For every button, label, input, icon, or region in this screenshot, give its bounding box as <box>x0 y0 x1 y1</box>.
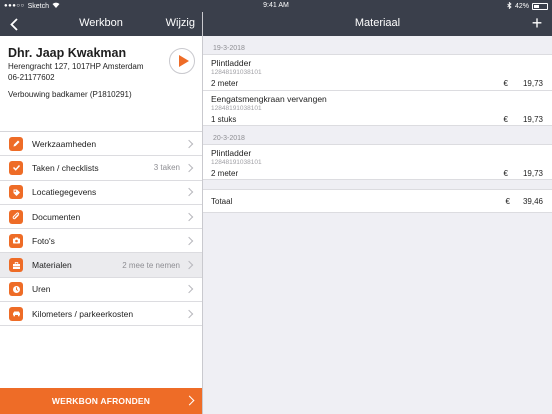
menu-item-label: Taken / checklists <box>32 162 99 173</box>
chevron-right-icon <box>184 236 194 246</box>
start-timer-button[interactable] <box>169 48 195 74</box>
material-quantity: 1 stuks <box>211 115 237 124</box>
materiaal-title: Materiaal <box>354 17 401 29</box>
menu-item-detail: 3 taken <box>153 163 180 173</box>
menu-item-werkzaamheden[interactable]: Werkzaamheden <box>0 132 202 157</box>
material-currency: € <box>503 169 508 178</box>
status-bar-right: 42% <box>507 1 548 11</box>
plus-icon: + <box>531 13 543 33</box>
customer-address[interactable]: Herengracht 127, 1017HP Amsterdam <box>8 61 168 72</box>
pencil-icon <box>9 136 23 151</box>
total-value: 39,46 <box>522 197 543 206</box>
materiaal-list-pane: 19-3-2018 Plintladder 12848191038101 2 m… <box>203 36 552 414</box>
paperclip-icon <box>9 209 23 224</box>
chevron-right-icon <box>184 212 194 221</box>
material-price: 19,73 <box>522 115 543 124</box>
menu-item-label: Kilometers / parkeerkosten <box>32 308 134 319</box>
customer-name: Dhr. Jaap Kwakman <box>8 46 127 60</box>
finish-werkbon-button[interactable]: WERKBON AFRONDEN <box>0 388 202 414</box>
car-icon <box>9 306 23 321</box>
menu-item-kilometers-parkeerkosten[interactable]: Kilometers / parkeerkosten <box>0 302 202 327</box>
date-section-header: 20-3-2018 <box>213 135 245 142</box>
menu-item-label: Materialen <box>32 260 72 271</box>
status-bar: ●●●○○ Sketch 9:41 AM 42% <box>0 0 552 12</box>
material-name: Plintladder <box>211 58 252 68</box>
material-code: 12848191038101 <box>211 159 262 166</box>
finish-werkbon-label: WERKBON AFRONDEN <box>51 396 151 406</box>
chevron-right-icon <box>184 260 194 270</box>
total-currency: € <box>505 197 510 206</box>
play-icon <box>178 55 189 67</box>
menu-item-label: Locatiegegevens <box>32 187 97 198</box>
tag-icon <box>9 185 23 200</box>
material-row[interactable]: Eengatsmengkraan vervangen 1284819103810… <box>203 90 552 126</box>
bluetooth-icon <box>507 1 512 11</box>
menu-item-fotos[interactable]: Foto's <box>0 229 202 254</box>
add-material-button[interactable]: + <box>529 14 545 32</box>
battery-icon <box>532 3 548 10</box>
material-name: Eengatsmengkraan vervangen <box>211 94 327 104</box>
clock-icon <box>9 282 23 297</box>
material-row[interactable]: Plintladder 12848191038101 2 meter € 19,… <box>203 54 552 90</box>
total-label: Totaal <box>211 197 233 206</box>
material-quantity: 2 meter <box>211 79 239 88</box>
material-quantity: 2 meter <box>211 169 239 178</box>
menu-item-label: Werkzaamheden <box>32 138 97 149</box>
date-section-header: 19-3-2018 <box>213 45 245 52</box>
material-currency: € <box>503 115 508 124</box>
customer-card: Dhr. Jaap Kwakman Herengracht 127, 1017H… <box>8 45 168 99</box>
materiaal-navbar: Materiaal + <box>203 12 552 36</box>
werkbon-navbar: Werkbon Wijzig <box>0 12 202 36</box>
menu-item-label: Foto's <box>32 235 55 246</box>
menu-item-documenten[interactable]: Documenten <box>0 204 202 230</box>
battery-fill <box>534 5 539 8</box>
menu-item-locatiegegevens[interactable]: Locatiegegevens <box>0 180 202 205</box>
chevron-right-icon <box>184 395 195 406</box>
menu-item-materialen[interactable]: Materialen 2 mee te nemen <box>0 253 202 278</box>
werkbon-detail-pane: Dhr. Jaap Kwakman Herengracht 127, 1017H… <box>0 36 202 414</box>
material-currency: € <box>503 79 508 88</box>
material-code: 12848191038101 <box>211 105 262 112</box>
chevron-right-icon <box>184 139 194 148</box>
werkbon-menu: Werkzaamheden Taken / checklists 3 taken… <box>0 131 202 327</box>
chevron-right-icon <box>184 187 194 197</box>
toolbox-icon <box>9 258 23 273</box>
material-price: 19,73 <box>522 169 543 178</box>
menu-item-label: Uren <box>32 284 51 295</box>
edit-button[interactable]: Wijzig <box>166 17 195 29</box>
material-row[interactable]: Plintladder 12848191038101 2 meter € 19,… <box>203 144 552 180</box>
total-row: Totaal € 39,46 <box>203 189 552 213</box>
material-name: Plintladder <box>211 148 252 158</box>
customer-phone[interactable]: 06-21177602 <box>8 72 168 83</box>
chevron-right-icon <box>184 309 194 318</box>
menu-item-label: Documenten <box>32 211 81 222</box>
menu-item-uren[interactable]: Uren <box>0 277 202 303</box>
material-price: 19,73 <box>522 79 543 88</box>
camera-icon <box>9 233 23 248</box>
status-time: 9:41 AM <box>263 2 289 9</box>
checkmark-icon <box>9 160 23 175</box>
menu-item-detail: 2 mee te nemen <box>122 260 180 270</box>
project-name: Verbouwing badkamer (P1810291) <box>8 90 132 99</box>
material-code: 12848191038101 <box>211 69 262 76</box>
battery-percentage: 42% <box>514 3 529 10</box>
chevron-right-icon <box>184 163 194 173</box>
chevron-right-icon <box>184 285 194 294</box>
menu-item-taken-checklists[interactable]: Taken / checklists 3 taken <box>0 156 202 181</box>
